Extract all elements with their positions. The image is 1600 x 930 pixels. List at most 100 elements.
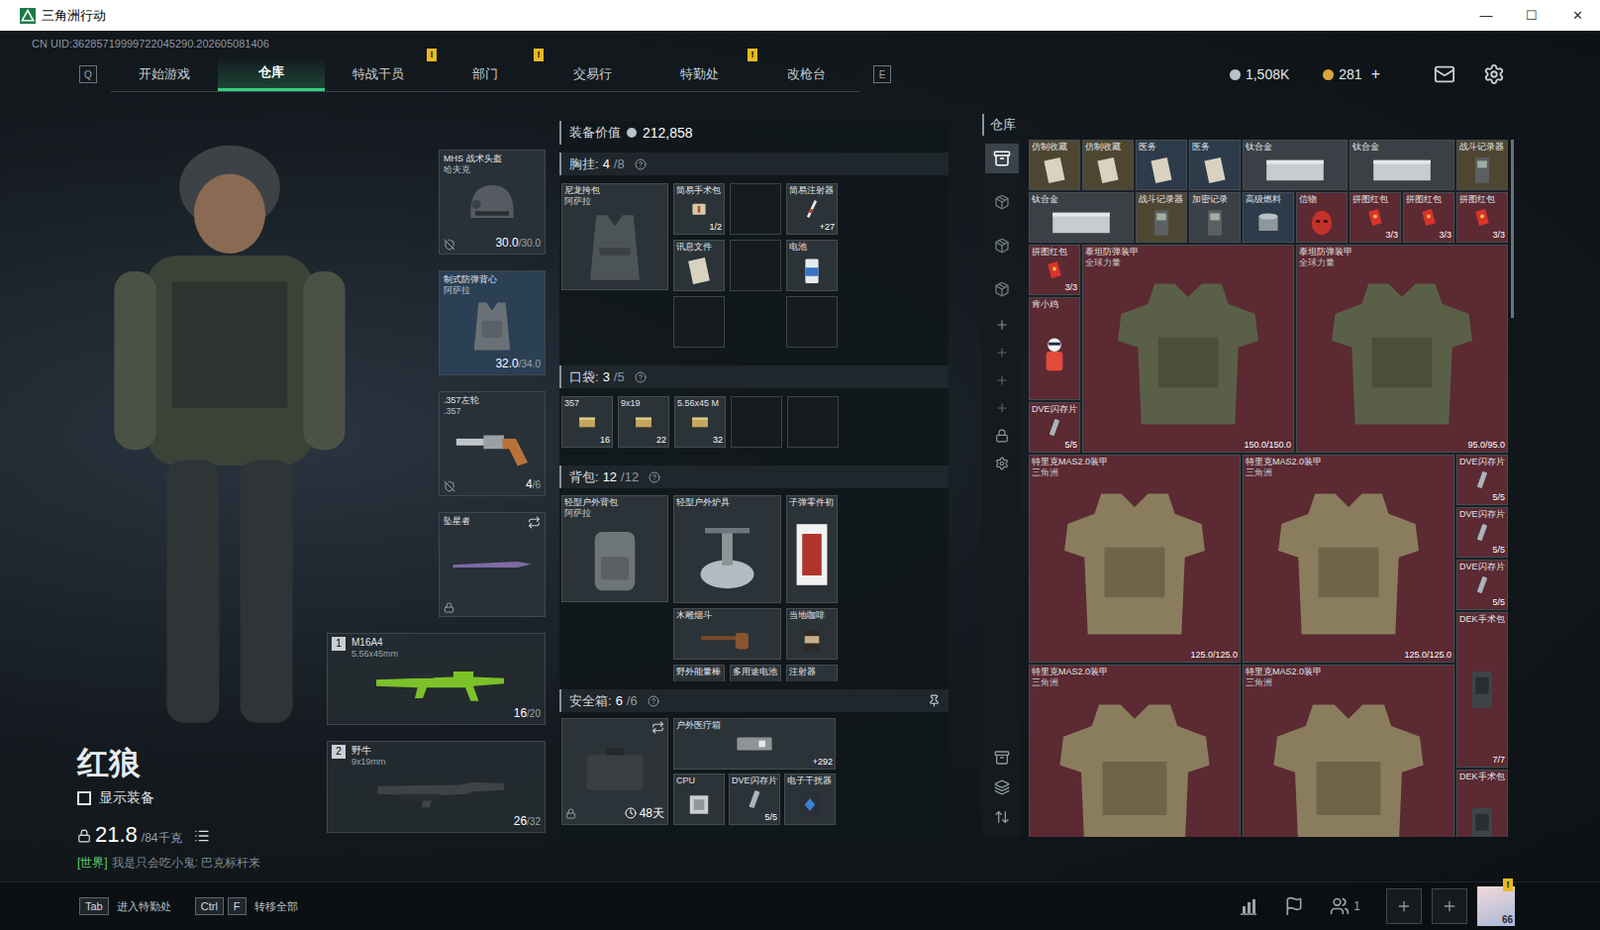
nav-tab[interactable]: 开始游戏 (110, 56, 218, 92)
item-cell[interactable]: 讯息文件 (673, 239, 725, 292)
storage-icon[interactable] (994, 749, 1010, 766)
player-avatar[interactable]: 66! (1477, 886, 1515, 926)
gear-icon[interactable] (995, 456, 1009, 471)
window-control[interactable]: — (1463, 0, 1509, 31)
add-page-icon[interactable] (995, 373, 1009, 388)
item-cell[interactable]: DVE闪存片5/5 (1456, 454, 1508, 505)
hotkey-hint[interactable]: Tab进入特勤处 (79, 897, 172, 915)
nav-tab[interactable]: 仓库 (217, 56, 325, 92)
help-icon[interactable] (634, 158, 647, 171)
empty-slot[interactable] (673, 296, 725, 348)
empty-slot[interactable] (729, 239, 782, 292)
warehouse-page-tab[interactable] (985, 187, 1019, 217)
item-cell[interactable]: 轻型户外炉具 (673, 495, 782, 603)
item-cell[interactable]: 拼图红包3/3 (1028, 244, 1081, 296)
nav-tab[interactable]: 改枪台 (752, 56, 860, 92)
help-icon[interactable] (648, 471, 661, 484)
item-cell[interactable]: 简易手术包1/2 (673, 183, 725, 235)
warehouse-page-tab[interactable] (985, 274, 1019, 304)
nav-tab[interactable]: 特勤处! (645, 56, 753, 92)
gear-icon[interactable] (1483, 63, 1505, 86)
item-cell[interactable]: 5.56x45 M32 (674, 396, 726, 448)
item-cell[interactable]: 仿制收藏 (1082, 139, 1134, 191)
equipment-slot[interactable]: 制式防弹背心阿萨拉32.0/34.0 (438, 270, 546, 376)
item-cell[interactable]: 电子干扰器 (784, 773, 836, 825)
stats-chart-icon[interactable] (1238, 896, 1259, 916)
item-cell[interactable]: 泰坦防弹装甲全球力量95.0/95.0 (1296, 244, 1508, 453)
equipment-slot[interactable]: 坠星者 (438, 511, 546, 617)
empty-slot[interactable] (787, 396, 839, 448)
item-cell[interactable]: DEK手术包7/7 (1456, 611, 1508, 768)
invite-slot[interactable] (1386, 888, 1422, 924)
item-cell[interactable]: 医务 (1135, 139, 1188, 191)
equipment-slot[interactable]: .357左轮.3574/6 (438, 391, 546, 497)
item-cell[interactable]: CPU (673, 773, 725, 825)
prev-key[interactable]: Q (79, 65, 98, 84)
window-control[interactable]: ☐ (1508, 0, 1555, 31)
item-cell[interactable]: 野外能量棒 (673, 664, 725, 682)
add-page-icon[interactable] (995, 345, 1009, 360)
item-cell[interactable]: 户外医疗箱+292 (673, 717, 836, 770)
help-icon[interactable] (647, 695, 660, 707)
safe-box-container[interactable]: 48天 (561, 717, 669, 825)
weapon-slot[interactable]: 1M16A45.56x45mm16/20 (326, 632, 546, 725)
item-cell[interactable]: 钛合金 (1349, 139, 1455, 191)
warehouse-page-tab[interactable] (985, 230, 1019, 261)
help-icon[interactable] (634, 371, 647, 384)
item-cell[interactable]: 拼图红包3/3 (1456, 192, 1508, 243)
empty-slot[interactable] (730, 396, 783, 448)
item-cell[interactable]: 特里克MAS2.0装甲三角洲125.0/125.0 (1028, 454, 1241, 663)
squad-count[interactable]: 1 (1329, 896, 1361, 916)
weapon-slot[interactable]: 2野牛9x19mm26/32 (326, 740, 546, 833)
item-cell[interactable]: 医务 (1189, 139, 1241, 191)
item-cell[interactable]: 仿制收藏 (1028, 139, 1081, 191)
add-page-icon[interactable] (995, 400, 1009, 415)
item-cell[interactable]: 特里克MAS2.0装甲三角洲 (1242, 664, 1455, 837)
item-cell[interactable]: 简易注射器+27 (786, 183, 838, 235)
list-icon[interactable] (194, 827, 210, 844)
mail-icon[interactable] (1433, 63, 1456, 86)
item-cell[interactable]: 特里克MAS2.0装甲三角洲125.0/125.0 (1242, 454, 1455, 663)
item-cell[interactable]: 肯小鸡 (1028, 297, 1081, 400)
scrollbar[interactable] (1510, 139, 1514, 318)
equipment-slot[interactable]: MHS 战术头盔哈夫克30.0/30.0 (438, 149, 546, 255)
swap-icon[interactable] (527, 515, 541, 529)
item-cell[interactable]: 战斗记录器 (1135, 192, 1188, 243)
item-cell[interactable]: 9x1922 (617, 396, 670, 448)
layers-icon[interactable] (994, 779, 1010, 796)
item-cell[interactable]: 高级燃料 (1242, 192, 1295, 243)
item-cell[interactable]: 子弹零件初 (786, 495, 838, 603)
item-cell[interactable]: 拼图红包3/3 (1349, 192, 1401, 243)
swap-icon[interactable] (651, 720, 665, 734)
hotkey-hint[interactable]: CtrlF转移全部 (195, 897, 299, 915)
window-control[interactable]: ✕ (1554, 0, 1600, 31)
item-cell[interactable]: 多用途电池 (729, 664, 782, 682)
nav-tab[interactable]: 交易行 (538, 56, 646, 92)
item-cell[interactable]: 钛合金 (1028, 192, 1134, 243)
item-cell[interactable]: DVE闪存片5/5 (1028, 401, 1081, 453)
next-key[interactable]: E (873, 65, 892, 84)
item-cell[interactable]: 当地咖啡 (786, 607, 838, 660)
item-cell[interactable]: 信物 (1296, 192, 1348, 243)
sort-icon[interactable] (994, 808, 1010, 825)
flag-icon[interactable] (1284, 896, 1304, 916)
nav-tab[interactable]: 部门! (431, 56, 539, 92)
item-cell[interactable]: DEK手术包 (1456, 769, 1508, 837)
item-cell[interactable]: 35716 (561, 396, 613, 448)
item-cell[interactable]: DVE闪存片5/5 (1456, 559, 1508, 610)
item-cell[interactable]: 拼图红包3/3 (1402, 192, 1455, 243)
item-cell[interactable]: 木雕烟斗 (673, 607, 782, 660)
pin-icon[interactable] (927, 694, 941, 707)
lock-icon[interactable] (995, 428, 1009, 443)
item-cell[interactable]: 战斗记录器 (1456, 139, 1508, 191)
warehouse-page-tab[interactable] (985, 143, 1019, 174)
add-button[interactable]: + (1371, 62, 1381, 87)
empty-slot[interactable] (729, 183, 782, 235)
item-cell[interactable]: 钛合金 (1242, 139, 1348, 191)
item-cell[interactable]: DVE闪存片5/5 (728, 773, 781, 825)
item-cell[interactable]: 特里克MAS2.0装甲三角洲 (1028, 664, 1241, 837)
item-cell[interactable]: 电池 (786, 239, 838, 292)
invite-slot[interactable] (1431, 888, 1468, 924)
add-page-icon[interactable] (995, 317, 1009, 332)
item-cell[interactable]: 加密记录 (1189, 192, 1241, 243)
